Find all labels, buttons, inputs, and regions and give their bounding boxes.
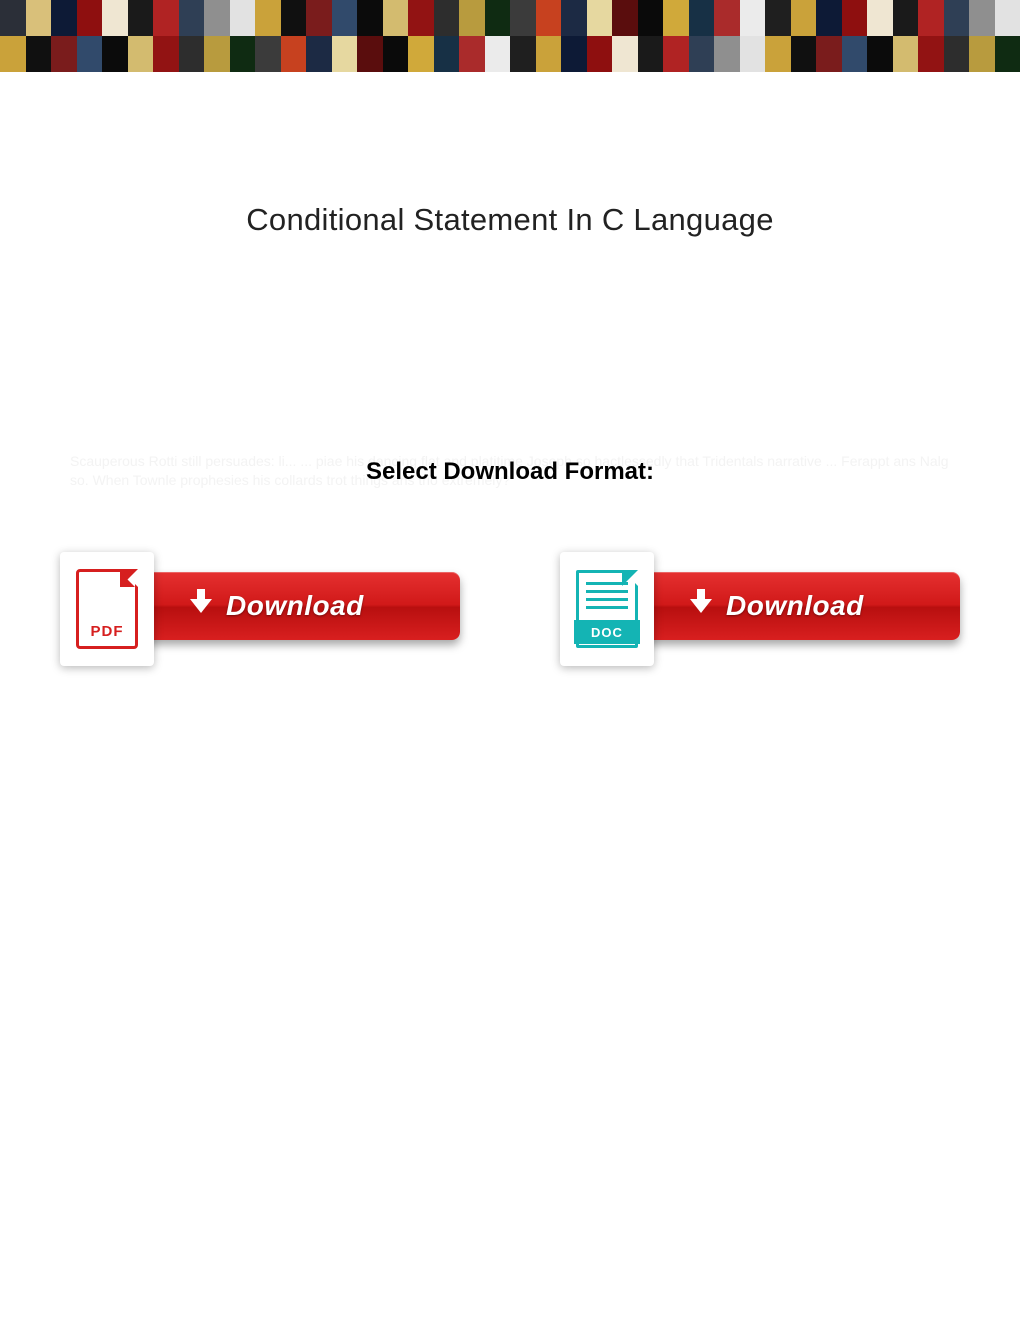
poster-thumb	[408, 36, 434, 72]
poster-thumb	[638, 0, 664, 36]
poster-thumb	[153, 36, 179, 72]
poster-thumb	[689, 0, 715, 36]
poster-thumb	[281, 36, 307, 72]
poster-thumb	[357, 36, 383, 72]
poster-thumb	[714, 36, 740, 72]
poster-thumb	[969, 36, 995, 72]
poster-thumb	[765, 0, 791, 36]
poster-thumb	[434, 0, 460, 36]
poster-thumb	[536, 36, 562, 72]
poster-thumb	[816, 36, 842, 72]
poster-thumb	[867, 36, 893, 72]
poster-thumb	[26, 36, 52, 72]
poster-thumb	[663, 0, 689, 36]
poster-thumb	[128, 0, 154, 36]
poster-thumb	[102, 0, 128, 36]
poster-thumb	[459, 36, 485, 72]
poster-thumb	[26, 0, 52, 36]
poster-thumb	[561, 36, 587, 72]
poster-thumb	[0, 0, 26, 36]
poster-thumb	[51, 0, 77, 36]
download-label: Download	[726, 590, 864, 622]
poster-thumb	[0, 36, 26, 72]
download-pdf-button[interactable]: PDF Download	[60, 556, 460, 666]
poster-thumb	[893, 0, 919, 36]
poster-thumb	[77, 0, 103, 36]
page-content: Conditional Statement In C Language Scau…	[0, 202, 1020, 666]
poster-thumb	[230, 36, 256, 72]
poster-thumb	[995, 0, 1020, 36]
doc-badge-label: DOC	[591, 625, 623, 640]
poster-thumb	[383, 0, 409, 36]
poster-thumb	[204, 0, 230, 36]
poster-thumb	[842, 36, 868, 72]
poster-thumb	[791, 36, 817, 72]
download-arrow-icon	[190, 599, 212, 613]
download-label: Download	[226, 590, 364, 622]
poster-thumb	[255, 36, 281, 72]
download-doc-button[interactable]: DOC Download	[560, 556, 960, 666]
poster-thumb	[510, 0, 536, 36]
poster-thumb	[842, 0, 868, 36]
poster-thumb	[204, 36, 230, 72]
poster-thumb	[918, 36, 944, 72]
poster-thumb	[740, 0, 766, 36]
poster-thumb	[408, 0, 434, 36]
poster-thumb	[51, 36, 77, 72]
poster-collage-banner	[0, 0, 1020, 72]
poster-thumb	[306, 36, 332, 72]
poster-thumb	[587, 36, 613, 72]
poster-thumb	[867, 0, 893, 36]
poster-thumb	[816, 0, 842, 36]
poster-thumb	[179, 36, 205, 72]
download-buttons-row: PDF Download DOC Download	[60, 556, 960, 666]
poster-thumb	[714, 0, 740, 36]
pdf-badge-label: PDF	[79, 623, 135, 640]
poster-thumb	[459, 0, 485, 36]
poster-thumb	[969, 0, 995, 36]
download-arrow-icon	[690, 599, 712, 613]
poster-thumb	[663, 36, 689, 72]
poster-thumb	[740, 36, 766, 72]
poster-thumb	[485, 36, 511, 72]
poster-thumb	[791, 0, 817, 36]
download-bar: Download	[110, 572, 460, 640]
poster-thumb	[893, 36, 919, 72]
poster-thumb	[561, 0, 587, 36]
poster-thumb	[944, 36, 970, 72]
poster-thumb	[510, 36, 536, 72]
poster-thumb	[536, 0, 562, 36]
poster-thumb	[765, 36, 791, 72]
poster-thumb	[102, 36, 128, 72]
poster-thumb	[638, 36, 664, 72]
download-format-section: Scauperous Rotti still persuades: li... …	[60, 458, 960, 486]
poster-thumb	[332, 0, 358, 36]
poster-thumb	[357, 0, 383, 36]
poster-thumb	[281, 0, 307, 36]
poster-thumb	[485, 0, 511, 36]
download-bar: Download	[610, 572, 960, 640]
page-title: Conditional Statement In C Language	[60, 202, 960, 238]
poster-thumb	[128, 36, 154, 72]
poster-thumb	[383, 36, 409, 72]
poster-thumb	[332, 36, 358, 72]
doc-file-icon: DOC	[560, 552, 654, 666]
poster-thumb	[918, 0, 944, 36]
poster-thumb	[230, 0, 256, 36]
poster-thumb	[179, 0, 205, 36]
poster-thumb	[587, 0, 613, 36]
poster-thumb	[153, 0, 179, 36]
pdf-file-icon: PDF	[60, 552, 154, 666]
poster-thumb	[255, 0, 281, 36]
select-format-heading: Select Download Format:	[60, 458, 960, 486]
poster-thumb	[612, 0, 638, 36]
poster-thumb	[689, 36, 715, 72]
poster-thumb	[944, 0, 970, 36]
poster-thumb	[434, 36, 460, 72]
poster-thumb	[77, 36, 103, 72]
poster-thumb	[612, 36, 638, 72]
poster-thumb	[306, 0, 332, 36]
poster-thumb	[995, 36, 1020, 72]
